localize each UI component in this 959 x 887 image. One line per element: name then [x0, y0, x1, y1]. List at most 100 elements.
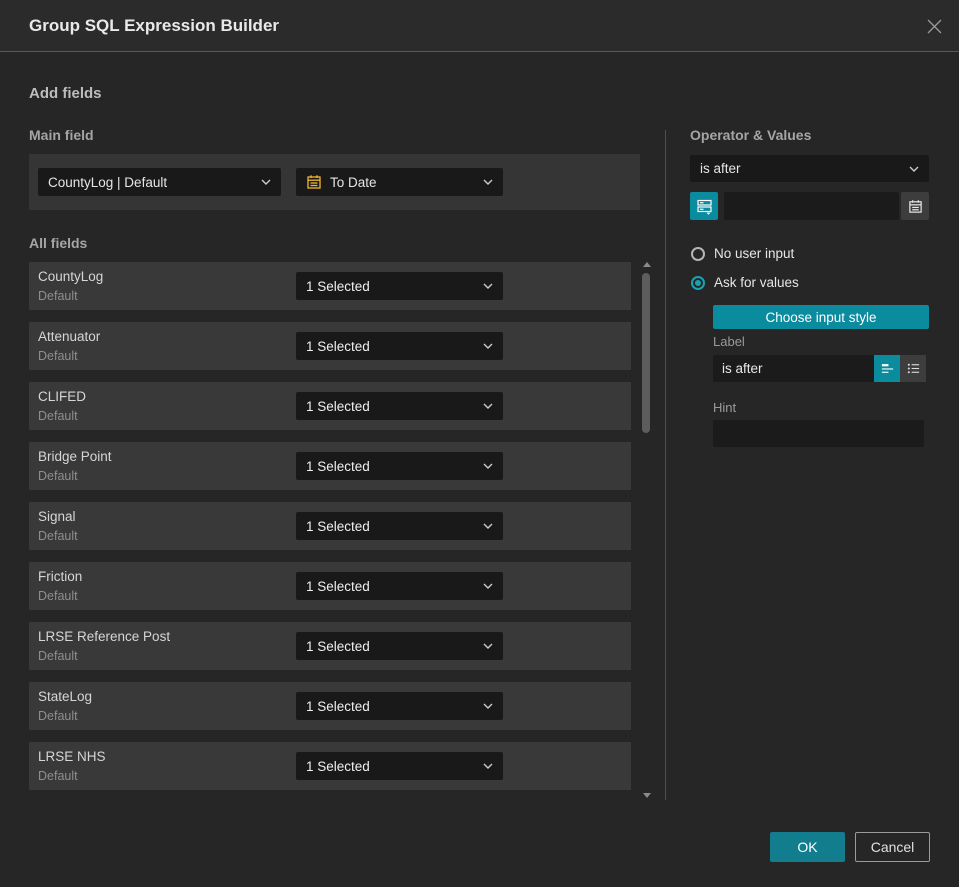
label-input[interactable]	[713, 355, 874, 382]
selection-value: 1 Selected	[306, 698, 370, 714]
date-field-select[interactable]: To Date	[296, 168, 503, 196]
input-style-list-button[interactable]	[900, 355, 926, 382]
field-stack-icon	[696, 198, 713, 215]
chevron-down-icon	[483, 283, 493, 289]
field-sublabel: Default	[38, 469, 78, 483]
all-fields-heading: All fields	[29, 235, 88, 251]
selection-value: 1 Selected	[306, 398, 370, 414]
field-row-lrse-nhs: LRSE NHS Default 1 Selected	[29, 742, 631, 790]
operator-select[interactable]: is after	[690, 155, 929, 182]
field-name: Friction	[38, 569, 83, 584]
chevron-down-icon	[483, 179, 493, 185]
main-field-panel: CountyLog | Default To Date	[29, 154, 640, 210]
field-sublabel: Default	[38, 349, 78, 363]
field-row-attenuator: Attenuator Default 1 Selected	[29, 322, 631, 370]
hint-field-label: Hint	[713, 400, 737, 415]
chevron-down-icon	[483, 403, 493, 409]
fields-list-scrollbar[interactable]	[641, 260, 652, 800]
field-sublabel: Default	[38, 649, 78, 663]
field-row-statelog: StateLog Default 1 Selected	[29, 682, 631, 730]
operator-values-heading: Operator & Values	[690, 127, 812, 143]
field-selection-dropdown[interactable]: 1 Selected	[296, 512, 503, 540]
field-sublabel: Default	[38, 769, 78, 783]
scroll-up-icon[interactable]	[643, 262, 651, 267]
selection-value: 1 Selected	[306, 638, 370, 654]
input-style-text-button[interactable]	[874, 355, 900, 382]
radio-label: Ask for values	[714, 275, 799, 290]
field-name: Signal	[38, 509, 76, 524]
chevron-down-icon	[483, 643, 493, 649]
field-row-friction: Friction Default 1 Selected	[29, 562, 631, 610]
field-name: CountyLog	[38, 269, 104, 284]
main-field-heading: Main field	[29, 127, 94, 143]
scroll-down-icon[interactable]	[643, 793, 651, 798]
chevron-down-icon	[261, 179, 271, 185]
date-field-select-value: To Date	[330, 174, 377, 190]
close-icon	[925, 17, 944, 36]
choose-value-source-button[interactable]	[690, 192, 718, 220]
chevron-down-icon	[483, 763, 493, 769]
dialog-title: Group SQL Expression Builder	[29, 16, 280, 35]
selection-value: 1 Selected	[306, 278, 370, 294]
operator-select-value: is after	[700, 161, 741, 176]
field-selection-dropdown[interactable]: 1 Selected	[296, 752, 503, 780]
panel-divider	[665, 130, 666, 800]
field-name: Bridge Point	[38, 449, 112, 464]
field-name: LRSE NHS	[38, 749, 106, 764]
add-fields-heading: Add fields	[29, 85, 102, 102]
field-row-lrse-reference-post: LRSE Reference Post Default 1 Selected	[29, 622, 631, 670]
main-field-select[interactable]: CountyLog | Default	[38, 168, 281, 196]
radio-no-user-input[interactable]: No user input	[691, 246, 794, 261]
hint-input[interactable]	[713, 420, 924, 447]
field-sublabel: Default	[38, 589, 78, 603]
calendar-icon	[306, 174, 322, 190]
field-name: StateLog	[38, 689, 93, 704]
label-field-label: Label	[713, 334, 745, 349]
field-row-signal: Signal Default 1 Selected	[29, 502, 631, 550]
text-input-style-icon	[880, 361, 895, 376]
close-button[interactable]	[921, 13, 947, 39]
ok-button[interactable]: OK	[770, 832, 845, 862]
main-field-select-value: CountyLog | Default	[48, 174, 168, 190]
radio-label: No user input	[714, 246, 795, 261]
chevron-down-icon	[909, 166, 919, 172]
selection-value: 1 Selected	[306, 518, 370, 534]
list-input-style-icon	[906, 361, 921, 376]
field-selection-dropdown[interactable]: 1 Selected	[296, 572, 503, 600]
field-row-clifed: CLIFED Default 1 Selected	[29, 382, 631, 430]
choose-input-style-button[interactable]: Choose input style	[713, 305, 929, 329]
field-selection-dropdown[interactable]: 1 Selected	[296, 392, 503, 420]
field-selection-dropdown[interactable]: 1 Selected	[296, 452, 503, 480]
scrollbar-thumb[interactable]	[642, 273, 650, 433]
radio-unselected-icon	[691, 246, 705, 261]
value-input[interactable]	[724, 192, 899, 220]
cancel-button[interactable]: Cancel	[855, 832, 930, 862]
field-row-countylog: CountyLog Default 1 Selected	[29, 262, 631, 310]
chevron-down-icon	[483, 463, 493, 469]
field-selection-dropdown[interactable]: 1 Selected	[296, 332, 503, 360]
field-row-bridge-point: Bridge Point Default 1 Selected	[29, 442, 631, 490]
date-picker-button[interactable]	[901, 192, 929, 220]
chevron-down-icon	[483, 523, 493, 529]
field-sublabel: Default	[38, 289, 78, 303]
calendar-icon	[908, 199, 923, 214]
radio-ask-for-values[interactable]: Ask for values	[691, 275, 799, 290]
chevron-down-icon	[483, 343, 493, 349]
selection-value: 1 Selected	[306, 578, 370, 594]
selection-value: 1 Selected	[306, 758, 370, 774]
field-name: CLIFED	[38, 389, 87, 404]
radio-selected-icon	[691, 275, 705, 290]
field-sublabel: Default	[38, 409, 78, 423]
chevron-down-icon	[483, 703, 493, 709]
chevron-down-icon	[483, 583, 493, 589]
field-sublabel: Default	[38, 709, 78, 723]
selection-value: 1 Selected	[306, 338, 370, 354]
field-name: LRSE Reference Post	[38, 629, 171, 644]
selection-value: 1 Selected	[306, 458, 370, 474]
field-selection-dropdown[interactable]: 1 Selected	[296, 272, 503, 300]
field-name: Attenuator	[38, 329, 101, 344]
dialog-titlebar: Group SQL Expression Builder	[0, 0, 959, 52]
field-selection-dropdown[interactable]: 1 Selected	[296, 632, 503, 660]
field-selection-dropdown[interactable]: 1 Selected	[296, 692, 503, 720]
field-sublabel: Default	[38, 529, 78, 543]
